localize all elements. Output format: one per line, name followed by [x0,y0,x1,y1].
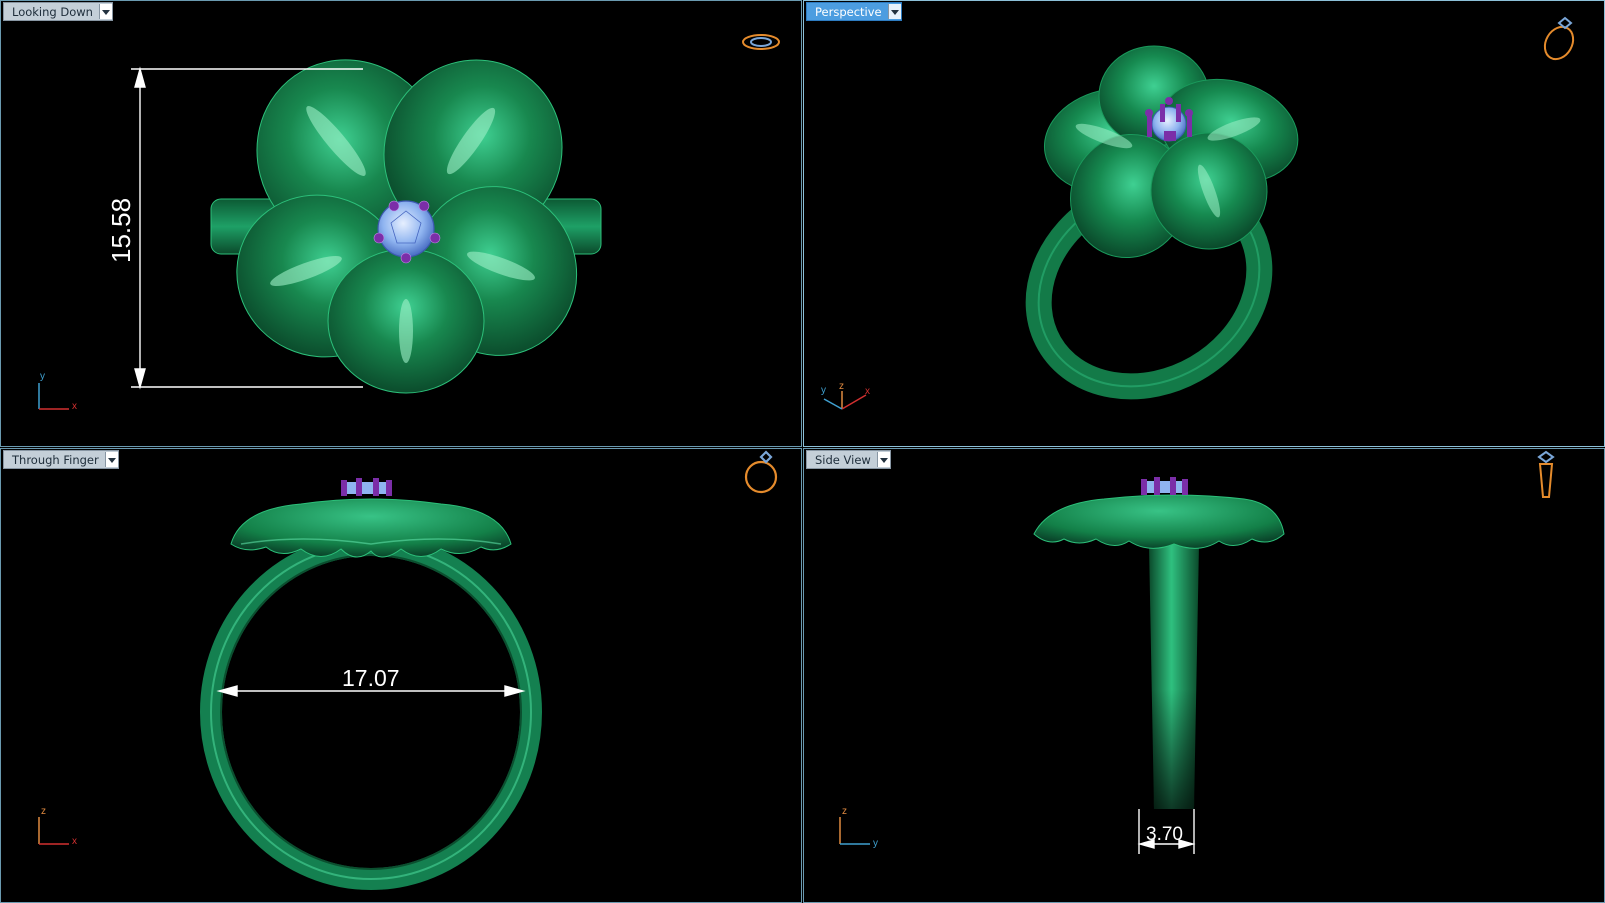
axis-label-x: x [865,386,870,397]
ring-widget-icon [744,450,778,494]
dimension-label-diameter: 17.07 [342,665,400,691]
axis-indicator [38,817,69,845]
front-view-render [38,450,778,890]
flower-crown [230,498,512,558]
gem-top [341,478,392,496]
viewport-side-view[interactable]: Side View 3.70 z y [803,448,1605,903]
dimension-label-height: 15.58 [106,197,136,263]
axis-label-y: y [873,838,878,849]
axis-indicator [823,391,867,410]
axis-label-y: y [821,385,826,396]
perspective-render [823,16,1575,410]
axis-label-x: x [72,401,77,412]
viewport-perspective[interactable]: Perspective y z x [803,0,1605,447]
axis-label-z: z [842,806,847,817]
axis-label-z: z [41,806,46,817]
viewport-through-finger[interactable]: Through Finger 17.07 z x [0,448,802,903]
gem-top [1141,477,1188,495]
dimension-label-width: 3.70 [1146,824,1183,845]
side-view-render [839,450,1555,854]
ring-widget-icon [1543,16,1575,61]
ring-side-widget-icon [1537,450,1555,498]
viewport-looking-down[interactable]: Looking Down 15.58 y x [0,0,802,447]
flower-crown [1033,494,1285,549]
ring-shape [200,534,542,890]
axis-indicator [839,817,870,845]
axis-label-z: z [839,381,844,392]
axis-label-x: x [72,836,77,847]
axis-label-y: y [40,371,45,382]
axis-indicator [38,383,69,410]
ring-widget-icon [742,34,780,50]
